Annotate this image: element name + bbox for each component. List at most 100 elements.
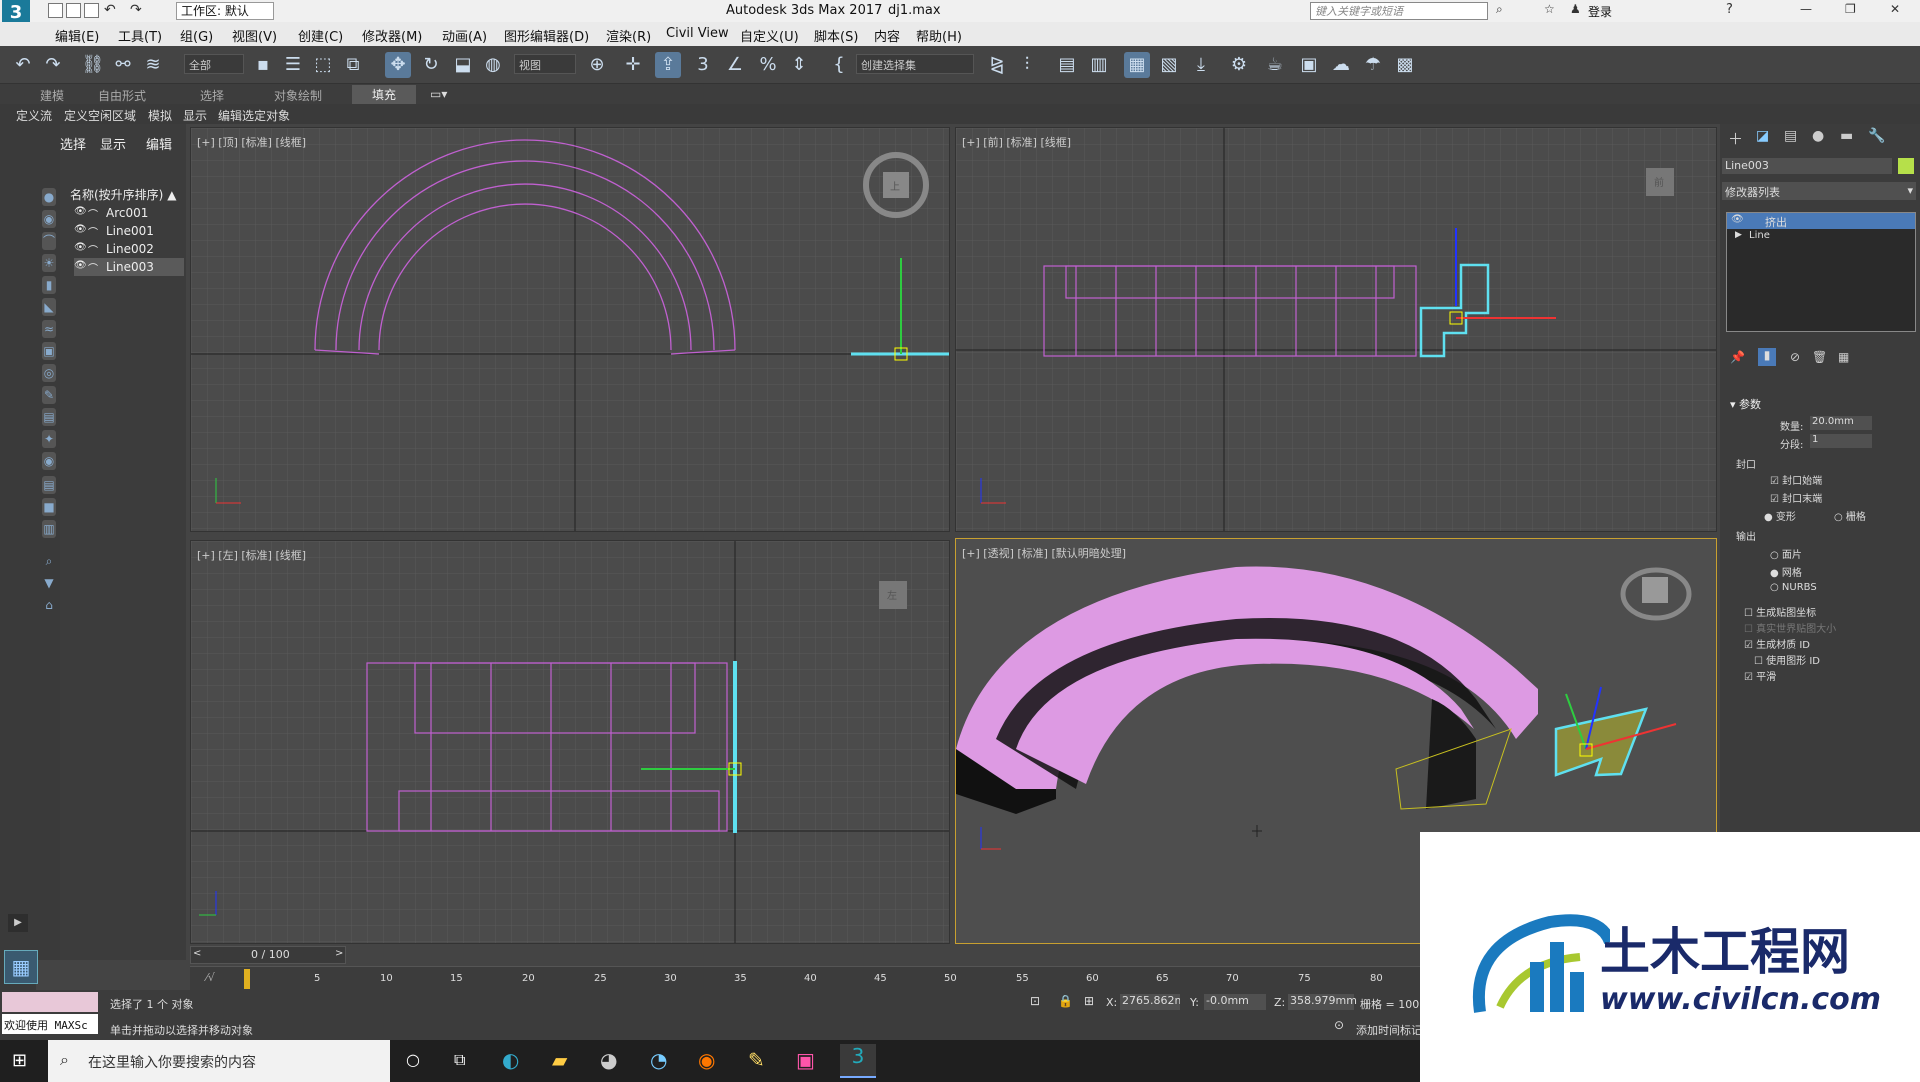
menu-group[interactable]: 组(G)	[180, 26, 213, 45]
scene-column-header[interactable]: 名称(按升序排序) ▲	[70, 186, 176, 203]
smooth-checkbox[interactable]: ☑ 平滑	[1744, 668, 1776, 683]
ribbon-tab-object-paint[interactable]: 对象绘制	[274, 87, 322, 104]
list-item[interactable]: 👁 ⌒ Line003	[74, 258, 184, 276]
show-end-result-icon[interactable]: ▮	[1758, 348, 1776, 366]
rollout-title[interactable]: ▾ 参数	[1730, 396, 1761, 412]
viewport-front[interactable]: [+] [前] [标准] [线框] 前	[955, 127, 1717, 532]
viewport-left[interactable]: [+] [左] [标准] [线框] 左	[190, 540, 950, 944]
add-time-tag[interactable]: 添加时间标记	[1356, 1022, 1420, 1038]
x-coord-field[interactable]: 2765.862m	[1120, 994, 1180, 1010]
cap-start-checkbox[interactable]: ☑ 封口始端	[1770, 472, 1822, 487]
menu-scripting[interactable]: 脚本(S)	[814, 26, 858, 45]
file-explorer-icon[interactable]: ▰	[552, 1048, 567, 1072]
time-tag-icon[interactable]: ⊙	[1334, 1018, 1344, 1032]
menu-help[interactable]: 帮助(H)	[916, 26, 962, 45]
maximize-icon[interactable]: ❐	[1845, 2, 1856, 16]
viewport-label[interactable]: [+] [前] [标准] [线框]	[962, 134, 1071, 150]
remove-modifier-icon[interactable]: 🗑	[1812, 350, 1827, 364]
open-file-icon[interactable]	[66, 3, 81, 18]
z-coord-field[interactable]: 358.979mm	[1288, 994, 1357, 1010]
pivot-center-icon[interactable]: ⊕	[584, 52, 610, 78]
ribbon-tab-populate[interactable]: 填充	[352, 85, 417, 104]
search-input[interactable]: 键入关键字或短语	[1310, 2, 1488, 20]
stack-item-line[interactable]: ▶ Line	[1727, 230, 1915, 244]
utilities-tab-icon[interactable]: 🔧	[1868, 128, 1885, 144]
mesh-radio[interactable]: ● 网格	[1770, 564, 1802, 579]
viewport-label[interactable]: [+] [左] [标准] [线框]	[197, 547, 306, 563]
windows-start-icon[interactable]: ⊞	[12, 1050, 27, 1071]
menu-animation[interactable]: 动画(A)	[442, 26, 487, 45]
menu-views[interactable]: 视图(V)	[232, 26, 277, 45]
menu-modifiers[interactable]: 修改器(M)	[362, 26, 422, 45]
display-containers-icon[interactable]: ▤	[42, 408, 56, 426]
selection-filter-dropdown[interactable]: 全部	[184, 54, 244, 74]
minimize-icon[interactable]: —	[1800, 2, 1812, 16]
view-cube-label[interactable]: 左	[887, 587, 897, 602]
time-slider[interactable]: < 0 / 100 >	[190, 946, 346, 964]
app-icon-bag[interactable]: ▣	[796, 1048, 815, 1072]
modifier-list-dropdown[interactable]: 修改器列表 ▾	[1722, 182, 1916, 200]
3dsmax-taskbar-icon[interactable]: 3	[840, 1044, 876, 1078]
list-item[interactable]: 👁 ⌒ Line001	[74, 222, 184, 240]
user-icon[interactable]: ♟	[1570, 2, 1581, 16]
save-file-icon[interactable]	[84, 3, 99, 18]
gen-mat-ids-checkbox[interactable]: ☑ 生成材质 ID	[1744, 636, 1810, 651]
layer-manager-icon[interactable]: ▤	[1054, 52, 1080, 78]
menu-tools[interactable]: 工具(T)	[118, 26, 162, 45]
pin-stack-icon[interactable]: 📌	[1730, 350, 1745, 364]
y-coord-field[interactable]: -0.0mm	[1204, 994, 1266, 1010]
menu-content[interactable]: 内容	[874, 26, 900, 45]
eye-icon[interactable]: 👁	[1731, 214, 1744, 225]
morph-radio[interactable]: ● 变形	[1764, 508, 1796, 523]
display-cameras-icon[interactable]: ▮	[42, 276, 56, 294]
list-item[interactable]: 👁 ⌒ Arc001	[74, 204, 184, 222]
ribbon-define-idle[interactable]: 定义空闲区域	[64, 107, 136, 124]
menu-graph-editors[interactable]: 图形编辑器(D)	[504, 26, 589, 45]
curve-editor-icon[interactable]: ▦	[1124, 52, 1150, 78]
undo-icon[interactable]: ↶	[10, 52, 36, 78]
coord-system-dropdown[interactable]: 视图	[514, 54, 576, 74]
select-object-icon[interactable]: ▪	[250, 52, 276, 78]
viewport-layout-icon[interactable]: ▦	[4, 950, 38, 984]
render-iterative-icon[interactable]: ☁	[1328, 52, 1354, 78]
select-manipulate-icon[interactable]: ✛	[620, 52, 646, 78]
eye-icon[interactable]: 👁	[74, 260, 87, 271]
configure-sets-icon[interactable]: ▦	[1838, 350, 1849, 364]
absolute-mode-icon[interactable]: ⊞	[1084, 994, 1094, 1008]
spinner-snap-icon[interactable]: ⇕	[786, 52, 812, 78]
login-link[interactable]: 登录	[1588, 3, 1612, 20]
ribbon-simulate[interactable]: 模拟	[148, 107, 172, 124]
isolate-icon[interactable]: ⊡	[1030, 994, 1040, 1008]
display-xrefs-icon[interactable]: ◎	[42, 364, 56, 382]
app-icon-pen[interactable]: ✎	[748, 1048, 765, 1072]
time-cursor[interactable]	[244, 969, 250, 989]
viewport-label[interactable]: [+] [顶] [标准] [线框]	[197, 134, 306, 150]
next-frame-icon[interactable]: >	[335, 948, 343, 959]
cap-end-checkbox[interactable]: ☑ 封口末端	[1770, 490, 1822, 505]
layer-icon[interactable]: ⌂	[42, 596, 56, 614]
workspace-dropdown[interactable]: 工作区: 默认	[176, 2, 274, 20]
motion-tab-icon[interactable]: ●	[1812, 128, 1824, 144]
eye-icon[interactable]: 👁	[74, 206, 87, 217]
window-crossing-icon[interactable]: ⧉	[340, 52, 366, 78]
scale-icon[interactable]: ⬓	[450, 52, 476, 78]
hierarchy-tab-icon[interactable]: ▤	[1784, 128, 1797, 144]
select-by-name-icon[interactable]: ☰	[280, 52, 306, 78]
expand-arrow-icon[interactable]: ▶	[8, 914, 28, 932]
display-spacewarps-icon[interactable]: ≈	[42, 320, 56, 338]
amount-spinner[interactable]: 20.0mm	[1810, 416, 1872, 430]
close-icon[interactable]: ✕	[1890, 2, 1900, 16]
maxscript-listener[interactable]: 欢迎使用 MAXSc	[2, 1014, 98, 1034]
display-children-icon[interactable]: ■	[42, 498, 56, 516]
ribbon-edit-selected[interactable]: 编辑选定对象	[218, 107, 290, 124]
timeline-track[interactable]: ⁄√ 5 10 15 20 25 30 35 40 45 50 55 60 65…	[190, 966, 1420, 990]
view-cube-label[interactable]: 前	[1654, 174, 1664, 189]
viewport-label[interactable]: [+] [透视] [标准] [默认明暗处理]	[962, 545, 1126, 561]
redo-icon[interactable]: ↷	[40, 52, 66, 78]
stack-item-extrude[interactable]: 👁 挤出	[1727, 213, 1915, 229]
app-icon-chat[interactable]: ◕	[600, 1048, 617, 1072]
make-unique-icon[interactable]: ⊘	[1790, 350, 1800, 364]
eye-icon[interactable]: 👁	[74, 242, 87, 253]
bind-spacewarp-icon[interactable]: ≋	[140, 52, 166, 78]
modify-tab-icon[interactable]: ◪	[1756, 128, 1769, 144]
